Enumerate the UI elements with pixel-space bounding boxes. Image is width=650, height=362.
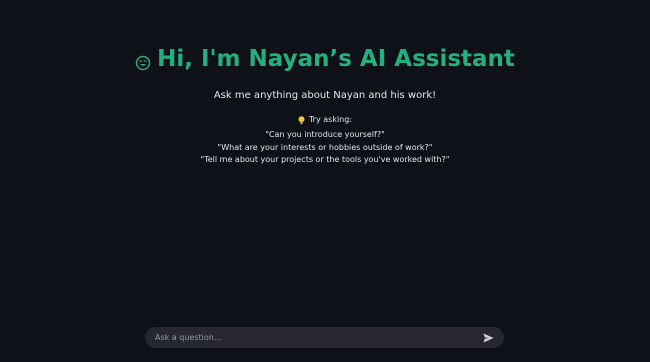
smiling-face-icon	[135, 51, 151, 71]
send-button[interactable]	[481, 331, 495, 345]
send-icon	[483, 328, 494, 347]
chat-input-bar	[145, 327, 504, 348]
page-subtitle: Ask me anything about Nayan and his work…	[213, 90, 437, 101]
page-title: Hi, I'm Nayan’s AI Assistant	[157, 46, 515, 72]
suggestion-item: "Tell me about your projects or the tool…	[200, 155, 450, 165]
suggestion-item: "Can you introduce yourself?"	[265, 130, 385, 140]
page-title-row: Hi, I'm Nayan’s AI Assistant	[135, 46, 515, 72]
app-page: Hi, I'm Nayan’s AI Assistant Ask me anyt…	[0, 0, 650, 362]
suggestions-heading-row: Try asking:	[298, 114, 352, 127]
suggestions-heading: Try asking:	[308, 115, 353, 124]
header: Hi, I'm Nayan’s AI Assistant Ask me anyt…	[0, 46, 650, 101]
lightbulb-icon	[298, 115, 305, 125]
suggestion-item: "What are your interests or hobbies outs…	[217, 142, 433, 152]
chat-input[interactable]	[155, 333, 481, 342]
suggestions-block: Try asking: "Can you introduce yourself?…	[0, 114, 650, 167]
